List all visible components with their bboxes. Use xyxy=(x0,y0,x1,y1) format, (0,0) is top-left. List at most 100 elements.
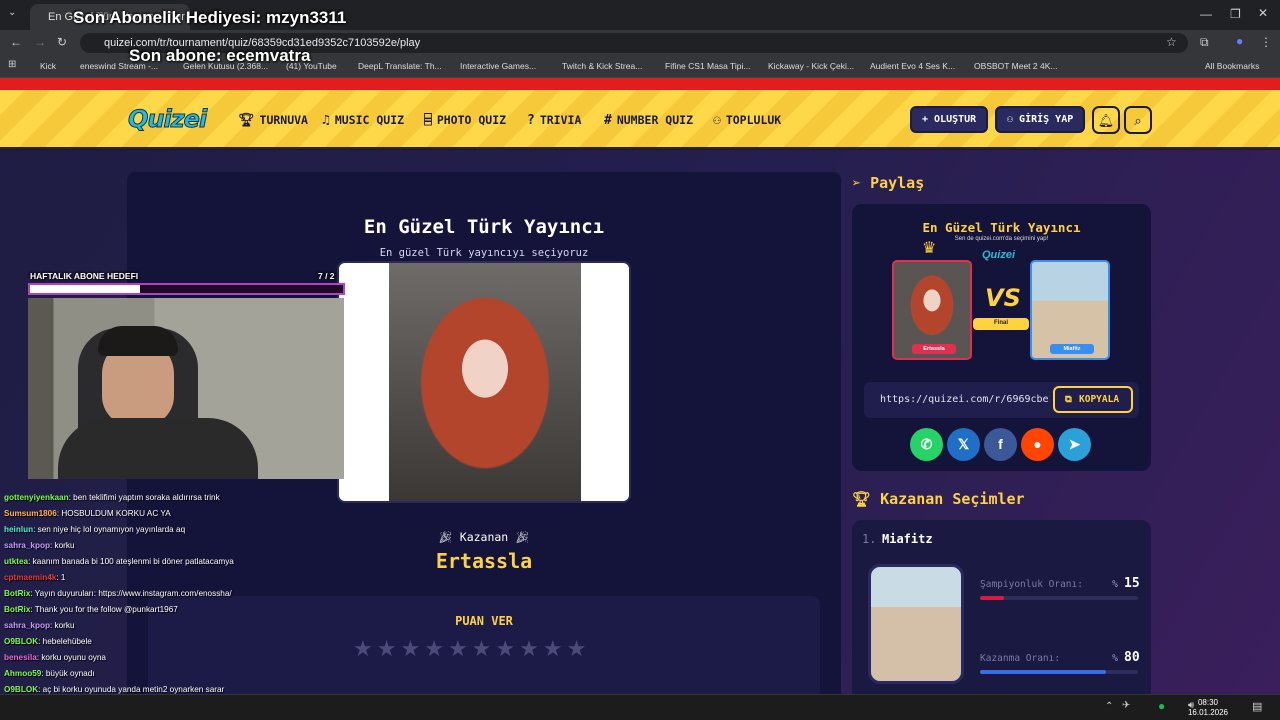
chat-username[interactable]: sahra_kpop xyxy=(4,541,50,550)
profile-icon[interactable]: ● xyxy=(1236,34,1243,48)
maximize-icon[interactable]: ❐ xyxy=(1230,7,1241,21)
menu-icon[interactable]: ⋮ xyxy=(1260,35,1272,49)
star-icon[interactable]: ★ xyxy=(353,636,377,661)
share-mini-logo: Quizei xyxy=(982,249,1016,261)
star-icon[interactable]: ★ xyxy=(448,636,472,661)
back-icon[interactable]: ← xyxy=(10,35,22,49)
minimize-icon[interactable]: — xyxy=(1200,7,1212,21)
site-logo[interactable]: Quizei xyxy=(127,105,207,134)
final-label: Final xyxy=(993,320,1008,326)
winner-item-name: Miafitz xyxy=(882,532,933,546)
chat-username[interactable]: Sumsum1806 xyxy=(4,509,57,518)
star-icon[interactable]: ★ xyxy=(567,636,591,661)
winner-item-photo[interactable] xyxy=(868,564,964,684)
extensions-icon[interactable]: ⧉ xyxy=(1200,35,1209,50)
goal-progress-bar xyxy=(28,283,345,295)
nav-photo-quiz[interactable]: ⌸ PHOTO QUIZ xyxy=(424,113,506,128)
nav-trivia[interactable]: ? TRIVIA xyxy=(527,113,581,128)
goal-progress-fill xyxy=(30,285,140,293)
chat-username[interactable]: BotRix xyxy=(4,589,30,598)
bookmark-item[interactable]: Fifine CS1 Masa Tipi... xyxy=(665,61,751,71)
chat-username[interactable]: O9BLOK xyxy=(4,637,38,646)
chat-username[interactable]: utktea xyxy=(4,557,28,566)
chat-username[interactable]: heinlun xyxy=(4,525,33,534)
bookmark-item[interactable]: Interactive Games... xyxy=(460,61,536,71)
whatsapp-icon[interactable]: ✆ xyxy=(910,428,943,461)
star-icon[interactable]: ★ xyxy=(424,636,448,661)
copy-button[interactable]: ⧉ KOPYALA xyxy=(1053,386,1133,413)
star-icon[interactable]: ★ xyxy=(543,636,567,661)
bookmark-item[interactable]: Audient Evo 4 Ses K... xyxy=(870,61,955,71)
x-icon[interactable]: 𝕏 xyxy=(947,428,980,461)
network-icon[interactable]: ✈ xyxy=(1122,700,1130,711)
hash-icon: # xyxy=(604,113,612,128)
forward-icon[interactable]: → xyxy=(34,35,46,49)
bookmark-item[interactable]: DeepL Translate: Th... xyxy=(358,61,442,71)
rating-stars[interactable]: ★★★★★★★★★★ xyxy=(353,636,590,662)
nav-number-quiz[interactable]: # NUMBER QUIZ xyxy=(604,113,693,128)
nav-turnuva[interactable]: 🏆︎ TURNUVA xyxy=(238,113,308,128)
webcam-feed xyxy=(28,298,344,479)
notification-bell-icon[interactable]: 🔔︎ xyxy=(1092,106,1120,134)
nav-topluluk[interactable]: ⚇ TOPLULUK xyxy=(713,113,781,128)
chat-text: : büyük oynadı xyxy=(41,669,95,678)
send-icon: ➢ xyxy=(852,174,871,192)
share-right-name: Miafitz xyxy=(1050,344,1094,354)
apps-icon[interactable]: ⊞ xyxy=(8,59,16,70)
chat-username[interactable]: cptmaemin4k xyxy=(4,573,56,582)
trophy-icon: 🏆︎ xyxy=(852,490,881,508)
winner-photo-frame xyxy=(337,261,631,503)
win-rate-bar xyxy=(980,670,1138,674)
chat-username[interactable]: O9BLOK xyxy=(4,685,38,694)
chat-message: benesila: korku oyunu oyna xyxy=(4,653,106,662)
bookmark-item[interactable]: OBSBOT Meet 2 4K... xyxy=(974,61,1057,71)
login-button[interactable]: ⚇ GİRİŞ YAP xyxy=(995,106,1086,133)
spotify-icon[interactable]: ● xyxy=(1158,699,1165,713)
tray-up-icon[interactable]: ⌃ xyxy=(1105,701,1113,712)
overlay-gift-text: Son Abonelik Hediyesi: mzyn3311 xyxy=(73,8,347,27)
chat-username[interactable]: sahra_kpop xyxy=(4,621,50,630)
clock-date: 16.01.2026 xyxy=(1187,708,1228,717)
chat-message: O9BLOK: aç bi korku oyunuda yanda metin2… xyxy=(4,685,224,694)
close-window-icon[interactable]: ✕ xyxy=(1258,6,1268,20)
telegram-icon[interactable]: ➤ xyxy=(1058,428,1091,461)
star-icon[interactable]: ★ xyxy=(400,636,424,661)
bookmark-item[interactable]: Kickaway - Kick Çeki... xyxy=(768,61,854,71)
share-card-title: En Güzel Türk Yayıncı xyxy=(922,220,1081,235)
chat-message: Sumsum1806: HOSBULDUM KORKU AC YA xyxy=(4,509,171,518)
win-rate-fill xyxy=(980,670,1107,674)
create-button[interactable]: + OLUŞTUR xyxy=(910,106,989,133)
bookmark-item[interactable]: Twitch & Kick Strea... xyxy=(562,61,642,71)
chat-username[interactable]: gottenyiyenkaan xyxy=(4,493,69,502)
nav-music-quiz[interactable]: ♫ MUSIC QUIZ xyxy=(322,113,404,128)
star-icon[interactable]: ★ xyxy=(472,636,496,661)
bookmark-item[interactable]: Kick xyxy=(40,61,56,71)
nav-label: TRIVIA xyxy=(539,113,582,127)
reload-icon[interactable]: ↻ xyxy=(57,35,67,49)
notifications-icon[interactable]: ▤ xyxy=(1252,700,1262,713)
reddit-icon[interactable]: ● xyxy=(1021,428,1054,461)
chat-message: heinlun: sen niye hiç lol oynamıyon yayı… xyxy=(4,525,185,534)
chat-username[interactable]: Ahmoo59 xyxy=(4,669,41,678)
share-url-input[interactable]: https://quizei.com/r/6969cbe1c xyxy=(880,394,1050,405)
pct-sign: % xyxy=(1112,653,1119,664)
chat-message: cptmaemin4k: 1 xyxy=(4,573,65,582)
star-icon[interactable]: ★ xyxy=(495,636,519,661)
star-icon[interactable]: ★ xyxy=(519,636,543,661)
chat-text: : korku oyunu oyna xyxy=(36,653,106,662)
all-bookmarks[interactable]: All Bookmarks xyxy=(1205,61,1259,71)
chat-text: : ben teklifimi yaptım soraka aldırırsa … xyxy=(68,493,220,502)
chat-username[interactable]: BotRix xyxy=(4,605,30,614)
bookmark-star-icon[interactable]: ☆ xyxy=(1166,35,1177,49)
facebook-icon[interactable]: f xyxy=(984,428,1017,461)
star-icon[interactable]: ★ xyxy=(377,636,401,661)
share-right-card: Miafitz xyxy=(1030,260,1110,360)
chat-message: sahra_kpop: korku xyxy=(4,621,75,630)
search-icon[interactable]: ⌕ xyxy=(1124,106,1152,134)
goal-label: HAFTALIK ABONE HEDEFI xyxy=(30,271,139,281)
tab-search-icon[interactable]: ⌄ xyxy=(8,7,16,18)
plus-icon: + xyxy=(922,114,935,125)
chat-username[interactable]: benesila xyxy=(4,653,37,662)
taskbar: ⌃ ✈ ● 🔊︎ 08:30 16.01.2026 ▤ xyxy=(0,694,1280,720)
winners-heading: 🏆︎ Kazanan Seçimler xyxy=(852,490,1025,508)
